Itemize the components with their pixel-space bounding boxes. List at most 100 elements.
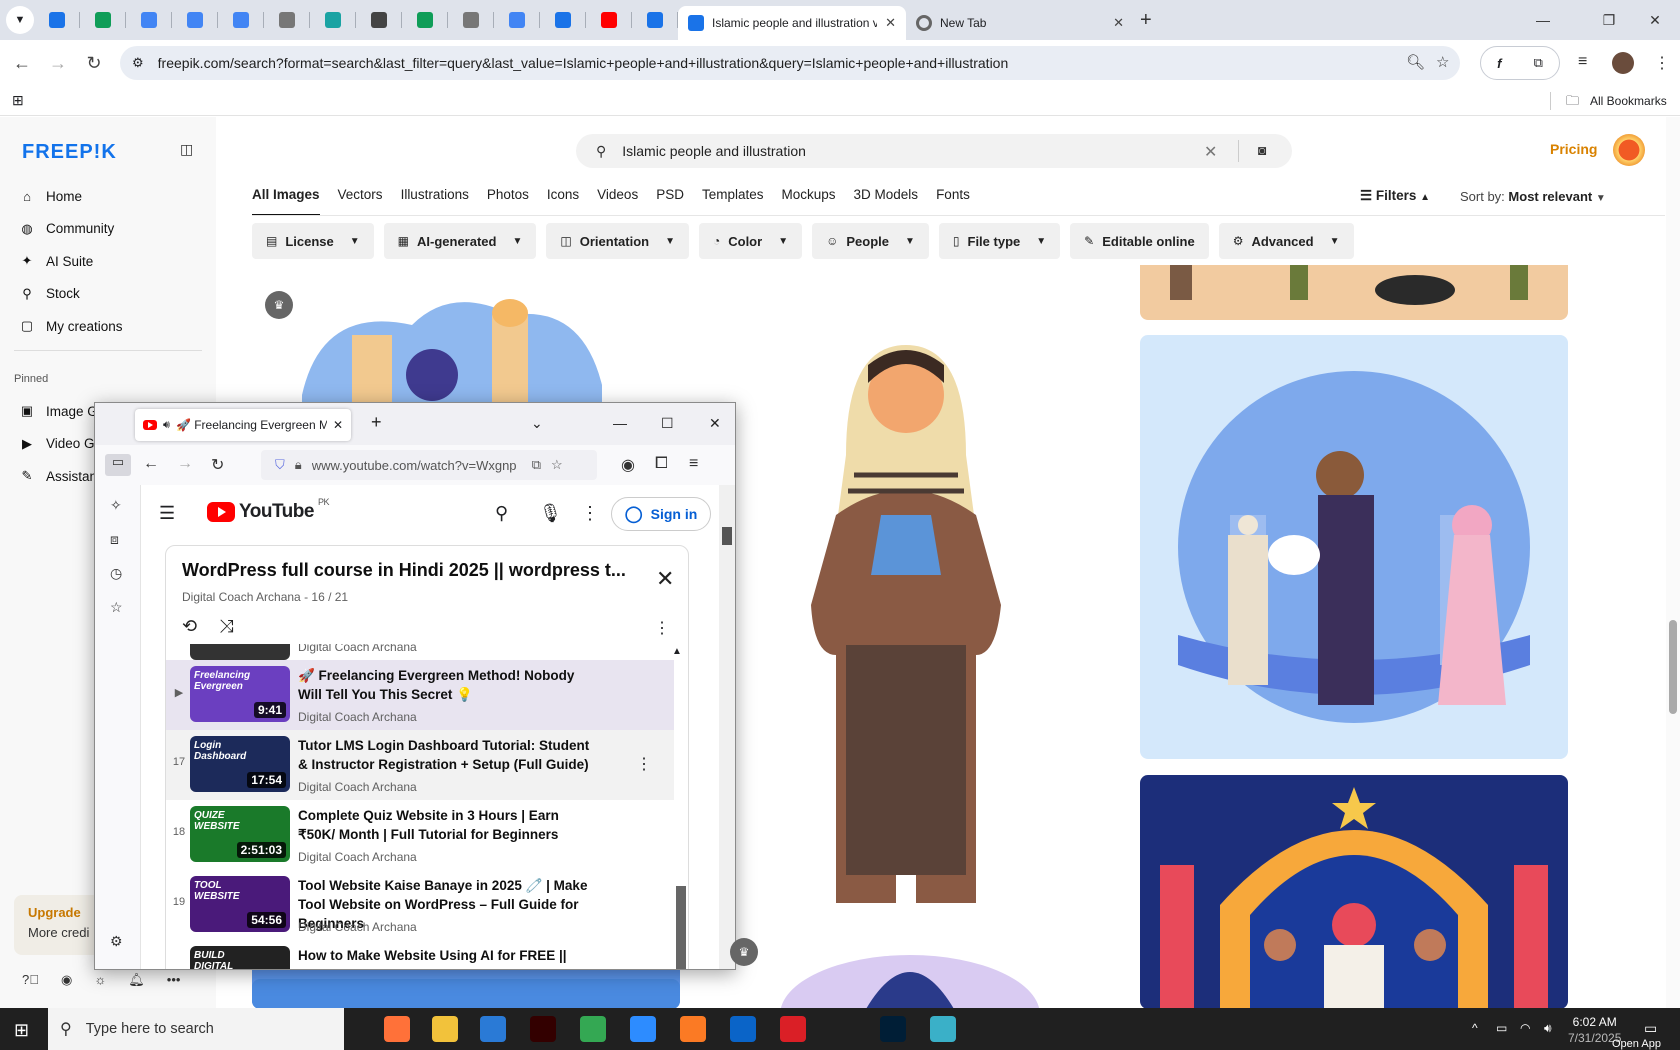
font-extension-icon[interactable]: f [1497,56,1501,71]
close-window-button[interactable]: ✕ [1632,0,1678,40]
firefox-url-bar[interactable]: ⛉ 🔒︎ www.youtube.com/watch?v=Wxgnp ⧉ ☆ [261,450,597,480]
playlist-title[interactable]: WordPress full course in Hindi 2025 || w… [182,560,634,581]
volume-icon[interactable]: 🔊︎ [1544,1021,1552,1036]
firefox-icon[interactable] [384,1016,410,1042]
list-item[interactable]: 19 TOOL WEBSITE 54:56 Tool Website Kaise Ba… [166,870,674,940]
tab-3d-models[interactable]: 3D Models [854,187,919,216]
new-tab-button[interactable]: + [1140,9,1152,32]
taskbar-search[interactable]: ⚲ Type here to search [48,1008,344,1050]
restore-button[interactable]: ❐ [1586,0,1632,40]
pinned-tab[interactable] [494,0,540,40]
xampp-icon[interactable] [680,1016,706,1042]
list-item[interactable]: ▶ Freelancing Evergreen 9:41 🚀 Freelancing … [166,660,674,730]
pip-icon[interactable]: ⧉ [532,457,541,473]
search-icon[interactable]: ⚲ [495,503,508,524]
pinned-tab[interactable] [126,0,172,40]
tab-freepik[interactable]: Islamic people and illustration v ✕ [678,6,906,40]
list-item[interactable]: 17 Login Dashboard 17:54 Tutor LMS Login Da… [166,730,674,800]
shuffle-icon[interactable]: ⤨ [219,616,233,637]
pinned-tab[interactable] [218,0,264,40]
freepik-logo[interactable]: FREEP!K [22,141,117,164]
forward-button[interactable]: → [40,45,76,81]
filter-chip-advanced[interactable]: ⚙ Advanced ▼ [1218,223,1354,259]
bell-icon[interactable]: 🔔︎ [128,972,145,988]
sidebar-item-ai-suite[interactable]: ✦ AI Suite [20,245,123,278]
filter-chip-color[interactable]: ◔ Color ▼ [698,223,803,259]
tab-vectors[interactable]: Vectors [338,187,383,216]
tab-fonts[interactable]: Fonts [936,187,970,216]
file-explorer-icon[interactable] [432,1016,458,1042]
video-thumbnail[interactable]: BUILD DIGITAL [190,946,290,969]
result-eid-sharing[interactable] [1140,335,1568,759]
maximize-button[interactable]: ☐ [661,415,674,432]
account-icon[interactable]: ◉ [621,455,635,475]
sidebar-collapse-icon[interactable]: ◫ [180,141,193,158]
site-info-icon[interactable]: ⚙ [132,55,144,71]
tab-icons[interactable]: Icons [547,187,579,216]
sidebar-item-community[interactable]: ◍ Community [20,213,123,246]
result-prayer-peek[interactable] [252,979,680,1009]
tab-new-tab[interactable]: New Tab ✕ [906,6,1134,40]
sidebar-item-my-creations[interactable]: ▢ My creations [20,310,123,343]
result-ramadan-arch[interactable] [1140,775,1568,1009]
pen-tool-icon[interactable] [830,1016,856,1042]
filter-chip-license[interactable]: ▤ License ▼ [252,223,374,259]
youtube-scrollbar-thumb[interactable] [722,527,732,545]
windows-start-icon[interactable]: ⊞ [14,1020,29,1041]
new-tab-button[interactable]: + [371,412,382,433]
bookmark-star-icon[interactable]: ☆ [1436,53,1449,71]
pinned-tab[interactable] [310,0,356,40]
pinned-tab[interactable] [402,0,448,40]
loop-icon[interactable]: ⟲ [182,616,197,637]
firefox-url-text[interactable]: www.youtube.com/watch?v=Wxgnp [312,458,522,473]
vscode-icon[interactable] [480,1016,506,1042]
theme-icon[interactable]: ☼ [94,972,106,988]
ai-chat-icon[interactable]: ✧ [110,497,122,514]
pinned-tab[interactable] [448,0,494,40]
close-tab-icon[interactable]: ✕ [885,15,896,31]
app-icon[interactable] [930,1016,956,1042]
tab-photos[interactable]: Photos [487,187,529,216]
tab-videos[interactable]: Videos [597,187,638,216]
pinned-tab[interactable] [172,0,218,40]
url-text[interactable]: freepik.com/search?format=search&last_fi… [158,55,1338,71]
discord-icon[interactable]: ◉ [61,972,72,988]
firefox-tab-youtube[interactable]: 🔊︎ 🚀 Freelancing Evergreen M ✕ [135,409,351,441]
notification-icon[interactable]: ▭ [1644,1020,1657,1037]
reading-list-icon[interactable]: ≡ [1578,53,1587,71]
camera-icon[interactable]: ◙ [1258,142,1266,158]
outlook-icon[interactable] [730,1016,756,1042]
page-scrollbar-thumb[interactable] [1669,620,1677,714]
list-tabs-icon[interactable]: ⌄ [531,415,543,432]
filter-chip-file-type[interactable]: ▯ File type ▼ [938,223,1061,259]
tab-mockups[interactable]: Mockups [782,187,836,216]
bookmark-star-icon[interactable]: ☆ [551,457,563,473]
close-tab-icon[interactable]: ✕ [333,418,343,432]
tab-templates[interactable]: Templates [702,187,764,216]
scroll-up-icon[interactable]: ▲ [672,646,682,657]
tray-chevron-icon[interactable]: ^ [1472,1021,1478,1035]
video-more-icon[interactable]: ⋮ [636,754,652,774]
wifi-icon[interactable]: ◠ [1520,1021,1530,1035]
photoshop-icon[interactable] [880,1016,906,1042]
pinned-item[interactable]: ▶ Video G [20,428,98,461]
clear-search-icon[interactable]: ✕ [1204,142,1217,162]
minimize-button[interactable]: — [613,415,627,431]
filter-chip-orientation[interactable]: ◫ Orientation ▼ [546,223,689,259]
hamburger-menu-icon[interactable]: ☰ [159,503,175,524]
pricing-link[interactable]: Pricing [1550,141,1597,157]
pinned-tab[interactable] [632,0,678,40]
user-avatar[interactable] [1613,134,1645,166]
creative-cloud-icon[interactable] [780,1016,806,1042]
minimize-button[interactable]: — [1520,0,1566,40]
all-bookmarks-link[interactable]: All Bookmarks [1590,94,1667,108]
taskbar-search-input[interactable]: Type here to search [86,1021,214,1037]
youtube-scrollbar[interactable] [719,485,735,969]
reload-icon[interactable]: ↻ [211,455,224,475]
tab-psd[interactable]: PSD [656,187,684,216]
pinned-tab[interactable] [540,0,586,40]
forward-arrow-icon[interactable]: → [177,455,193,473]
puzzle-icon[interactable]: ⧉ [1534,55,1543,71]
filter-chip-people[interactable]: ☺ People ▼ [812,223,929,259]
close-tab-icon[interactable]: ✕ [1113,15,1124,31]
